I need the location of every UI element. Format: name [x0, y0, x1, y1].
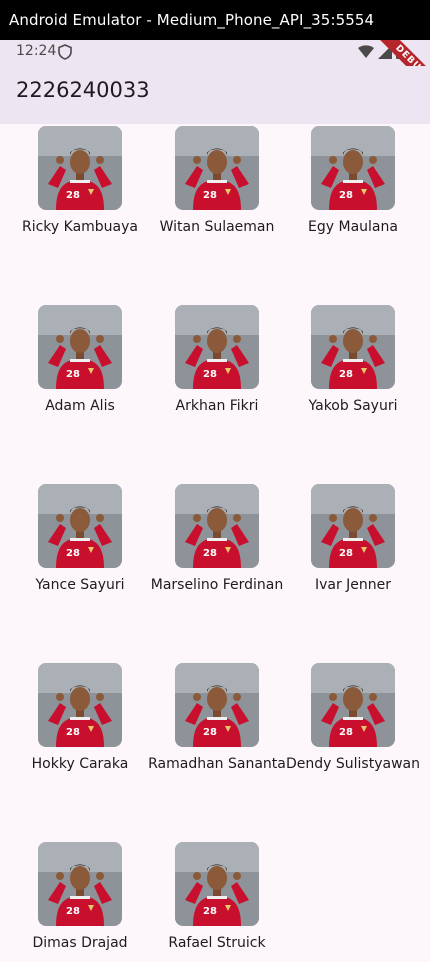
player-name: Yance Sayuri	[35, 577, 125, 593]
player-photo	[311, 484, 395, 568]
player-photo	[175, 663, 259, 747]
signal-icon	[378, 45, 392, 59]
player-tile[interactable]: Ivar Jenner	[283, 484, 423, 596]
player-photo	[311, 305, 395, 389]
player-tile[interactable]: Arkhan Fikri	[147, 305, 287, 417]
window-title: Android Emulator - Medium_Phone_API_35:5…	[9, 11, 375, 29]
player-photo	[38, 663, 122, 747]
player-tile[interactable]: Egy Maulana	[283, 126, 423, 238]
player-tile[interactable]: Witan Sulaeman	[147, 126, 287, 238]
player-photo	[38, 484, 122, 568]
app-bar: 2226240033	[0, 66, 430, 124]
player-photo	[38, 126, 122, 210]
player-tile[interactable]: Ricky Kambuaya	[10, 126, 150, 238]
app-bar-title: 2226240033	[16, 78, 150, 102]
player-photo	[175, 484, 259, 568]
player-tile[interactable]: Hokky Caraka	[10, 663, 150, 775]
status-time: 12:24	[16, 43, 57, 59]
battery-icon	[396, 45, 404, 59]
player-name: Yakob Sayuri	[308, 398, 398, 414]
player-photo	[175, 126, 259, 210]
player-tile[interactable]: Dimas Drajad	[10, 842, 150, 954]
player-photo	[175, 842, 259, 926]
player-name: Ivar Jenner	[314, 577, 392, 593]
window-title-bar: Android Emulator - Medium_Phone_API_35:5…	[0, 0, 430, 40]
player-name: Marselino Ferdinan	[150, 577, 284, 593]
shield-icon	[58, 44, 72, 60]
player-photo	[311, 126, 395, 210]
player-name: Dimas Drajad	[32, 935, 128, 951]
player-tile[interactable]: Dendy Sulistyawan	[283, 663, 423, 775]
player-name: Adam Alis	[45, 398, 115, 414]
player-name: Rafael Struick	[168, 935, 266, 951]
player-tile[interactable]: Marselino Ferdinan	[147, 484, 287, 596]
player-name: Ricky Kambuaya	[21, 219, 138, 235]
wifi-icon	[358, 45, 374, 58]
player-name: Ramadhan Sananta	[148, 756, 286, 772]
player-tile[interactable]: Adam Alis	[10, 305, 150, 417]
player-tile[interactable]: Yakob Sayuri	[283, 305, 423, 417]
player-photo	[38, 305, 122, 389]
player-photo	[38, 842, 122, 926]
player-name: Arkhan Fikri	[175, 398, 259, 414]
player-name: Witan Sulaeman	[159, 219, 275, 235]
player-photo	[311, 663, 395, 747]
player-name: Egy Maulana	[308, 219, 398, 235]
player-photo	[175, 305, 259, 389]
status-bar: 12:24	[0, 40, 430, 66]
player-tile[interactable]: Rafael Struick	[147, 842, 287, 954]
player-tile[interactable]: Ramadhan Sananta	[147, 663, 287, 775]
player-name: Dendy Sulistyawan	[286, 756, 420, 772]
player-tile[interactable]: Yance Sayuri	[10, 484, 150, 596]
player-name: Hokky Caraka	[31, 756, 129, 772]
